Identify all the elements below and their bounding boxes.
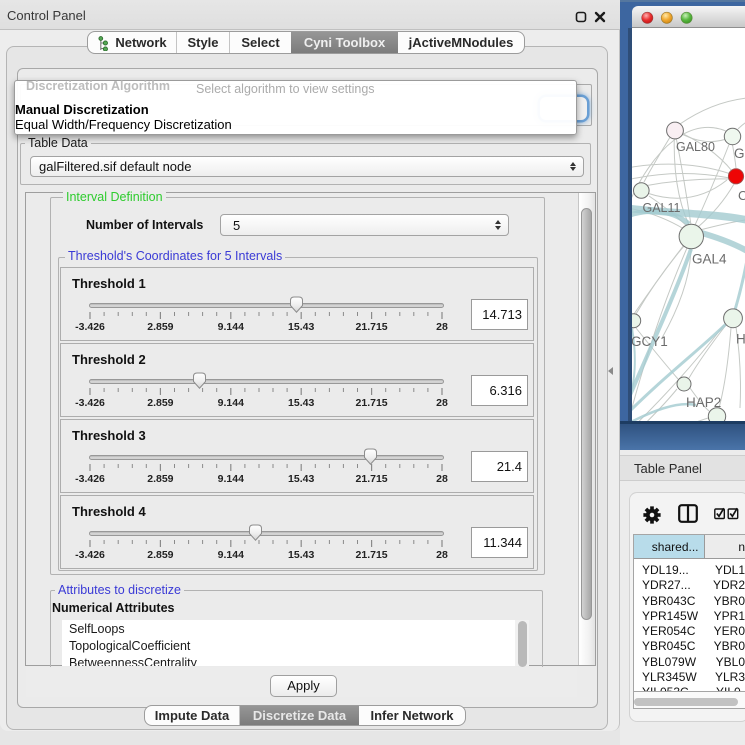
svg-text:HAP2: HAP2 — [686, 395, 721, 410]
svg-text:GAL4: GAL4 — [692, 252, 727, 267]
svg-text:GAL11: GAL11 — [643, 201, 681, 215]
svg-text:GAL80: GAL80 — [676, 140, 715, 154]
svg-text:G.: G. — [734, 146, 745, 161]
svg-text:C: C — [738, 188, 745, 203]
svg-text:GCY1: GCY1 — [632, 334, 668, 349]
svg-text:H: H — [736, 332, 745, 347]
